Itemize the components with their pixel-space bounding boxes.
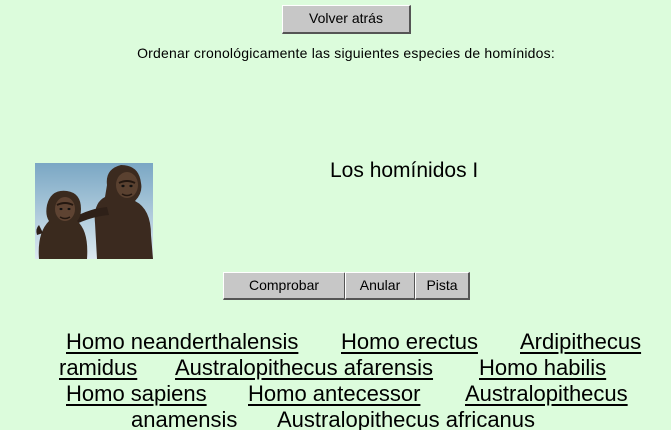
species-word[interactable]: Homo neanderthalensis xyxy=(66,329,298,355)
species-word[interactable]: Homo sapiens xyxy=(66,381,207,407)
instructions-text: Ordenar cronológicamente las siguientes … xyxy=(137,45,555,61)
species-word[interactable]: ramidus xyxy=(59,355,137,381)
hint-button[interactable]: Pista xyxy=(415,272,470,300)
undo-button[interactable]: Anular xyxy=(345,272,416,300)
species-word[interactable]: Australopithecus xyxy=(465,381,628,407)
species-word[interactable]: Australopithecus afarensis xyxy=(175,355,433,381)
species-word[interactable]: Homo habilis xyxy=(479,355,606,381)
exercise-page: Volver atrás Ordenar cronológicamente la… xyxy=(0,0,671,430)
page-title: Los homínidos I xyxy=(330,159,479,182)
species-word[interactable]: Homo erectus xyxy=(341,329,478,355)
species-word[interactable]: anamensis xyxy=(131,407,237,430)
back-button[interactable]: Volver atrás xyxy=(282,5,411,34)
check-button[interactable]: Comprobar xyxy=(223,272,346,300)
hominids-photo xyxy=(35,163,153,259)
species-word[interactable]: Ardipithecus xyxy=(520,329,641,355)
species-word[interactable]: Australopithecus africanus xyxy=(277,407,535,430)
species-word[interactable]: Homo antecessor xyxy=(248,381,420,407)
